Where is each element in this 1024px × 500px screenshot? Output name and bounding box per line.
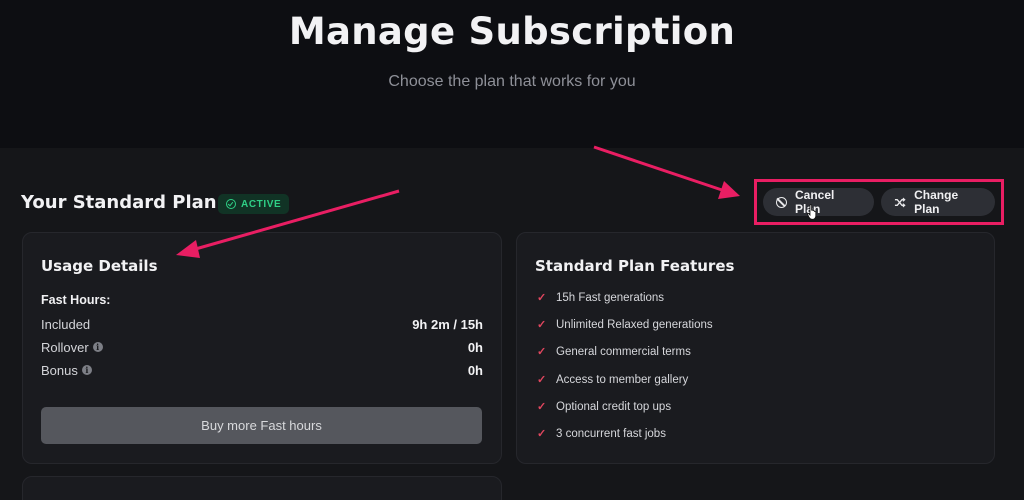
- feature-item: ✓ 15h Fast generations: [537, 291, 665, 305]
- check-icon: ✓: [537, 401, 547, 413]
- plan-features-title: Standard Plan Features: [535, 257, 735, 275]
- check-icon: ✓: [537, 428, 547, 440]
- next-card-partial: [22, 476, 502, 500]
- cancel-plan-label: Cancel Plan: [795, 188, 835, 216]
- page-header: Manage Subscription Choose the plan that…: [0, 0, 1024, 148]
- feature-label: General commercial terms: [556, 345, 691, 358]
- change-plan-button[interactable]: Change Plan: [881, 188, 995, 216]
- usage-row-bonus: Bonus i 0h: [41, 361, 483, 379]
- feature-label: Unlimited Relaxed generations: [556, 318, 713, 331]
- check-icon: ✓: [537, 319, 547, 331]
- info-icon[interactable]: i: [81, 365, 92, 375]
- usage-row-label: Bonus: [41, 362, 78, 378]
- usage-row-rollover: Rollover i 0h: [41, 338, 483, 356]
- usage-row-value: 0h: [467, 362, 483, 378]
- plan-features-card: Standard Plan Features ✓ 15h Fast genera…: [516, 232, 995, 464]
- status-badge: ACTIVE: [218, 194, 290, 214]
- page-subtitle: Choose the plan that works for you: [388, 73, 636, 90]
- info-icon[interactable]: i: [92, 342, 103, 352]
- feature-item: ✓ Optional credit top ups: [537, 400, 672, 414]
- plan-title: Your Standard Plan: [21, 192, 217, 213]
- feature-item: ✓ 3 concurrent fast jobs: [537, 427, 666, 441]
- feature-label: 3 concurrent fast jobs: [556, 427, 666, 440]
- check-icon: ✓: [537, 374, 547, 386]
- feature-label: Access to member gallery: [556, 373, 689, 386]
- usage-details-title: Usage Details: [41, 257, 158, 275]
- check-icon: ✓: [537, 346, 547, 358]
- usage-row-value: 9h 2m / 15h: [412, 316, 483, 332]
- check-circle-icon: [226, 199, 236, 209]
- page-title: Manage Subscription: [288, 10, 736, 53]
- usage-row-value: 0h: [467, 339, 483, 355]
- feature-item: ✓ General commercial terms: [537, 345, 691, 359]
- usage-row-label: Included: [41, 316, 91, 332]
- usage-row-included: Included 9h 2m / 15h: [41, 315, 483, 333]
- feature-label: 15h Fast generations: [556, 291, 665, 304]
- feature-item: ✓ Access to member gallery: [537, 373, 689, 387]
- usage-details-card: Usage Details Fast Hours: Included 9h 2m…: [22, 232, 502, 464]
- fast-hours-label: Fast Hours:: [41, 293, 111, 307]
- buy-fast-hours-button[interactable]: Buy more Fast hours: [41, 407, 482, 444]
- hand-cursor-icon: [807, 204, 817, 220]
- change-plan-label: Change Plan: [914, 188, 959, 216]
- status-badge-label: ACTIVE: [241, 198, 282, 210]
- check-icon: ✓: [537, 292, 547, 304]
- shuffle-icon: [894, 197, 906, 207]
- feature-label: Optional credit top ups: [556, 400, 672, 413]
- usage-row-label: Rollover: [41, 339, 89, 355]
- ban-icon: [776, 196, 787, 208]
- feature-item: ✓ Unlimited Relaxed generations: [537, 318, 713, 332]
